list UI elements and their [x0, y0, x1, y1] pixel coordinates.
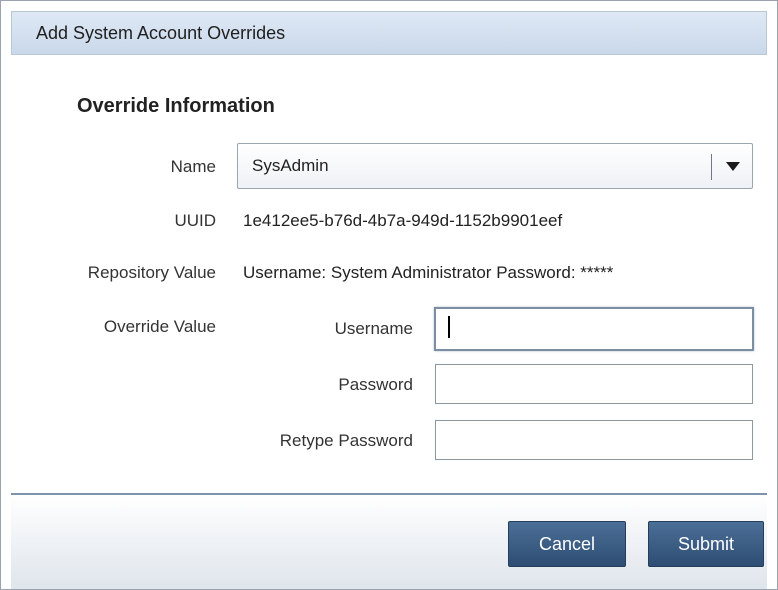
- override-value-label: Override Value: [103, 317, 216, 336]
- text-caret: [448, 316, 450, 338]
- name-select[interactable]: SysAdmin: [237, 143, 753, 189]
- retype-password-label: Retype Password: [279, 431, 413, 450]
- repository-value-label: Repository Value: [87, 263, 216, 282]
- add-system-account-overrides-dialog: Add System Account Overrides Override In…: [0, 0, 778, 590]
- dialog-titlebar: Add System Account Overrides: [11, 11, 767, 55]
- select-divider: [711, 154, 712, 180]
- username-label: Username: [334, 319, 413, 338]
- uuid-label: UUID: [174, 211, 216, 230]
- uuid-value: 1e412ee5-b76d-4b7a-949d-1152b9901eef: [243, 211, 563, 230]
- username-input[interactable]: [434, 307, 754, 351]
- section-title: Override Information: [77, 95, 275, 117]
- name-selected-value: SysAdmin: [252, 156, 329, 175]
- submit-button[interactable]: Submit: [648, 521, 764, 567]
- password-label: Password: [338, 375, 413, 394]
- cancel-button[interactable]: Cancel: [508, 521, 626, 567]
- repository-value: Username: System Administrator Password:…: [243, 263, 614, 282]
- chevron-down-icon[interactable]: [726, 162, 740, 171]
- password-input[interactable]: [435, 364, 753, 404]
- name-label: Name: [170, 157, 216, 176]
- dialog-title: Add System Account Overrides: [36, 23, 286, 43]
- retype-password-input[interactable]: [435, 420, 753, 460]
